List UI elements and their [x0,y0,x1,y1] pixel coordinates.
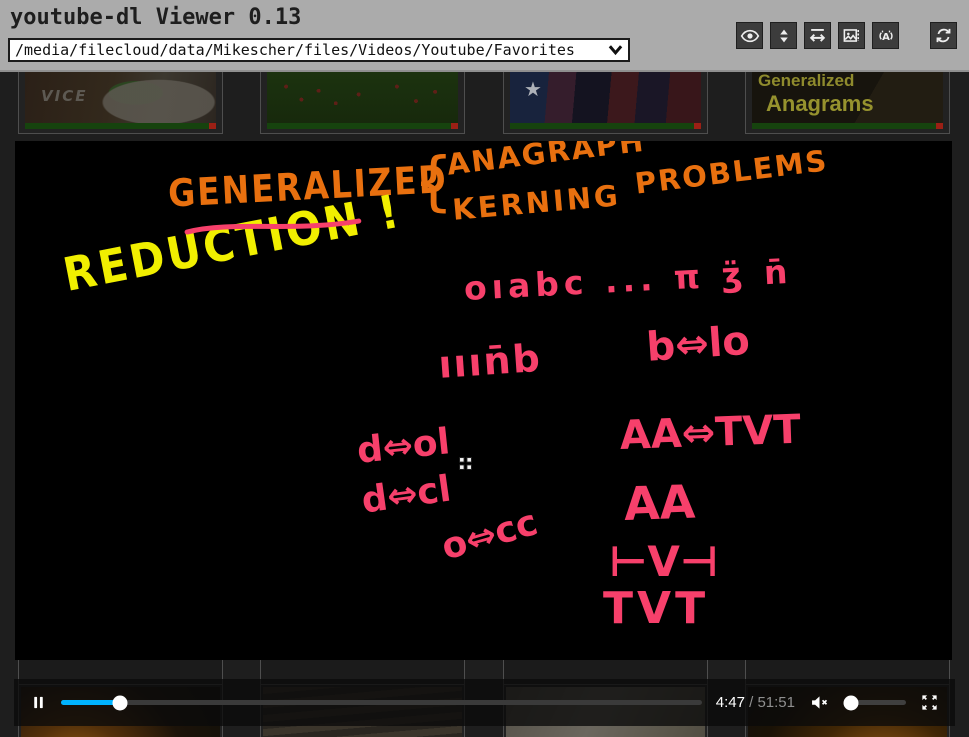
seek-bar-fill [61,700,120,705]
watch-progress-bar [267,123,458,129]
seek-bar[interactable] [61,700,702,705]
thumbnail-mode-button[interactable] [838,22,865,49]
time-separator: / [745,694,758,711]
annotation-alphabet-line: oıabc ... π ʒ̈ n̄ [463,252,793,308]
thumbnail-title-line1: Generalized [758,71,854,91]
refresh-icon [934,26,953,45]
app-window: youtube-dl Viewer 0.13 /media/filecloud/… [0,0,969,737]
pause-button[interactable] [30,694,47,711]
watch-progress-bar [25,123,216,129]
move-cursor-icon [459,457,472,475]
sort-order-button[interactable] [770,22,797,49]
thumbnail-title-line2: Anagrams [766,91,874,117]
chevron-down-icon [608,44,623,56]
annotation-o-cc-swap: o⇔cc [437,502,542,568]
vice-watermark: VICE [41,87,87,105]
watch-progress-bar [752,123,943,129]
annotation-aa: AA [623,475,696,531]
display-width-button[interactable] [804,22,831,49]
svg-text:A: A [882,31,890,42]
volume-slider[interactable] [844,700,906,705]
mute-button[interactable] [809,692,830,713]
fullscreen-icon [920,693,939,712]
annotation-kerning: KERNING [451,178,622,227]
video-surface[interactable]: GENERALIZED { ANAGRAPH KERNING PROBLEMS … [15,141,952,660]
watch-progress-bar [510,123,701,129]
time-display: 4:47 / 51:51 [716,694,795,711]
annotation-d-ol-swap: d⇔ol [355,421,452,471]
path-select-value: /media/filecloud/data/Mikescher/files/Vi… [15,41,575,59]
antenna-icon: A [876,26,896,46]
thumbnail-image: ★ [510,71,701,123]
player-controls-bar: 4:47 / 51:51 [14,679,955,726]
app-header: youtube-dl Viewer 0.13 /media/filecloud/… [0,0,969,70]
annotation-problems: PROBLEMS [633,143,830,200]
annotation-tvt: TVT [603,583,709,634]
volume-handle[interactable] [844,695,859,710]
fullscreen-button[interactable] [920,693,939,712]
thumbnail-image [267,71,458,123]
visibility-button[interactable] [736,22,763,49]
path-select[interactable]: /media/filecloud/data/Mikescher/files/Vi… [8,38,630,62]
annotation-b-lo-swap: b⇔lo [645,318,751,371]
annotation-anagraph: ANAGRAPH [445,141,647,182]
thumbnail-image: Generalized Anagrams [752,71,943,123]
annotation-strokes-line: ııın̄b [437,336,543,387]
sort-arrows-icon [775,27,793,45]
refresh-button[interactable] [930,22,957,49]
star-icon: ★ [524,77,542,102]
volume-muted-icon [809,692,830,713]
eye-icon [740,26,760,46]
seek-handle[interactable] [112,695,127,710]
annotation-aa-tvt-swap: AA⇔TVT [619,407,801,459]
annotation-d-cl-swap: d⇔cl [359,469,453,522]
annotation-hvh: ⊢V⊣ [609,537,718,586]
duration: 51:51 [757,694,795,711]
image-icon [842,26,861,45]
app-title: youtube-dl Viewer 0.13 [10,5,301,30]
thumbnail-image: VICE [25,71,216,123]
current-time: 4:47 [716,694,745,711]
pause-icon [30,694,47,711]
stream-mode-button[interactable]: A [872,22,899,49]
horizontal-resize-icon [808,26,827,45]
